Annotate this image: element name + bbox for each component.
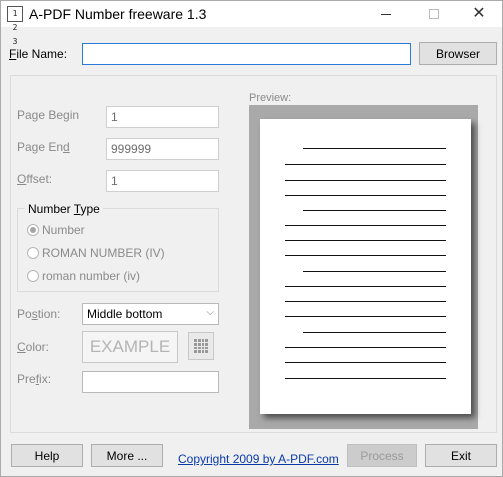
preview-line (285, 164, 446, 165)
position-label: Postion: (17, 307, 60, 321)
window-title: A-PDF Number freeware 1.3 (29, 6, 207, 22)
number-type-title-a: Number (28, 202, 74, 216)
color-label-accel: C (17, 340, 26, 354)
preview-line (285, 180, 446, 181)
preview-line (303, 148, 446, 149)
position-select-value: Middle bottom (87, 307, 163, 321)
radio-roman-lower-label: roman number (iv) (42, 269, 141, 283)
main-window: 1 2 3 A-PDF Number freeware 1.3 ✕ File N… (0, 0, 503, 477)
offset-label-text: ffset: (26, 172, 53, 186)
file-name-label: File Name: (9, 47, 67, 61)
preview-line (285, 240, 446, 241)
file-name-input[interactable] (82, 43, 411, 65)
preview-line (285, 347, 446, 348)
page-end-label: Page End (17, 140, 70, 154)
prefix-input[interactable] (82, 371, 219, 393)
page-end-label-text: Page En (17, 140, 64, 154)
offset-label-accel: O (17, 172, 27, 186)
position-label-a: Po (17, 307, 32, 321)
preview-line (285, 195, 446, 196)
close-button[interactable]: ✕ (456, 1, 502, 27)
color-grid-icon (194, 339, 208, 353)
position-label-c: tion: (37, 307, 61, 321)
title-bar: 1 2 3 A-PDF Number freeware 1.3 ✕ (1, 1, 502, 46)
preview-line (285, 286, 446, 287)
radio-number-label: Number (42, 223, 85, 237)
browse-button[interactable]: Browser (419, 42, 497, 65)
offset-label: Offset: (17, 172, 52, 186)
help-button[interactable]: Help (11, 444, 83, 467)
preview-line (285, 225, 446, 226)
chevron-down-icon: ⌵ (206, 307, 214, 318)
page-end-input[interactable]: 999999 (106, 138, 219, 160)
prefix-label-c: ix: (39, 372, 52, 386)
preview-line (303, 210, 446, 211)
radio-roman-lower[interactable]: roman number (iv) (27, 269, 140, 283)
app-icon: 1 2 3 (7, 6, 23, 46)
copyright-link[interactable]: Copyright 2009 by A-PDF.com (178, 452, 339, 466)
prefix-label-a: Pre (17, 372, 36, 386)
offset-input[interactable]: 1 (106, 170, 219, 192)
color-label: Color: (17, 340, 49, 354)
exit-button[interactable]: Exit (425, 444, 497, 467)
radio-number[interactable]: Number (27, 223, 85, 237)
color-picker-button[interactable] (188, 332, 214, 360)
prefix-label: Prefix: (17, 372, 51, 386)
page-begin-label: Page Begin (17, 108, 80, 122)
color-label-text: olor: (25, 340, 50, 354)
preview-line (285, 316, 446, 317)
position-select[interactable]: Middle bottom ⌵ (82, 303, 219, 325)
close-icon: ✕ (472, 5, 486, 22)
radio-roman-upper-label: ROMAN NUMBER (IV) (42, 246, 165, 260)
minimize-icon (381, 13, 391, 15)
page-begin-input[interactable]: 1 (106, 106, 219, 128)
process-button[interactable]: Process (347, 444, 417, 467)
radio-number-indicator[interactable] (27, 224, 39, 236)
preview-line (303, 271, 446, 272)
color-example: EXAMPLE (82, 331, 178, 363)
radio-roman-upper[interactable]: ROMAN NUMBER (IV) (27, 246, 165, 260)
preview-page (260, 119, 471, 414)
radio-roman-upper-indicator[interactable] (27, 247, 39, 259)
radio-roman-lower-indicator[interactable] (27, 270, 39, 282)
maximize-button[interactable] (411, 1, 457, 27)
number-type-title: Number Type (25, 202, 103, 216)
number-type-title-c: ype (80, 202, 100, 216)
preview-line (285, 255, 446, 256)
maximize-icon (429, 9, 439, 19)
preview-line (285, 362, 446, 363)
more-button[interactable]: More ... (91, 444, 163, 467)
minimize-button[interactable] (363, 1, 409, 27)
file-name-label-text: ile Name: (16, 47, 68, 61)
preview-line (285, 301, 446, 302)
preview-line (285, 378, 446, 379)
page-end-label-accel: d (63, 140, 70, 154)
preview-line (303, 332, 446, 333)
preview-label: Preview: (249, 92, 292, 104)
